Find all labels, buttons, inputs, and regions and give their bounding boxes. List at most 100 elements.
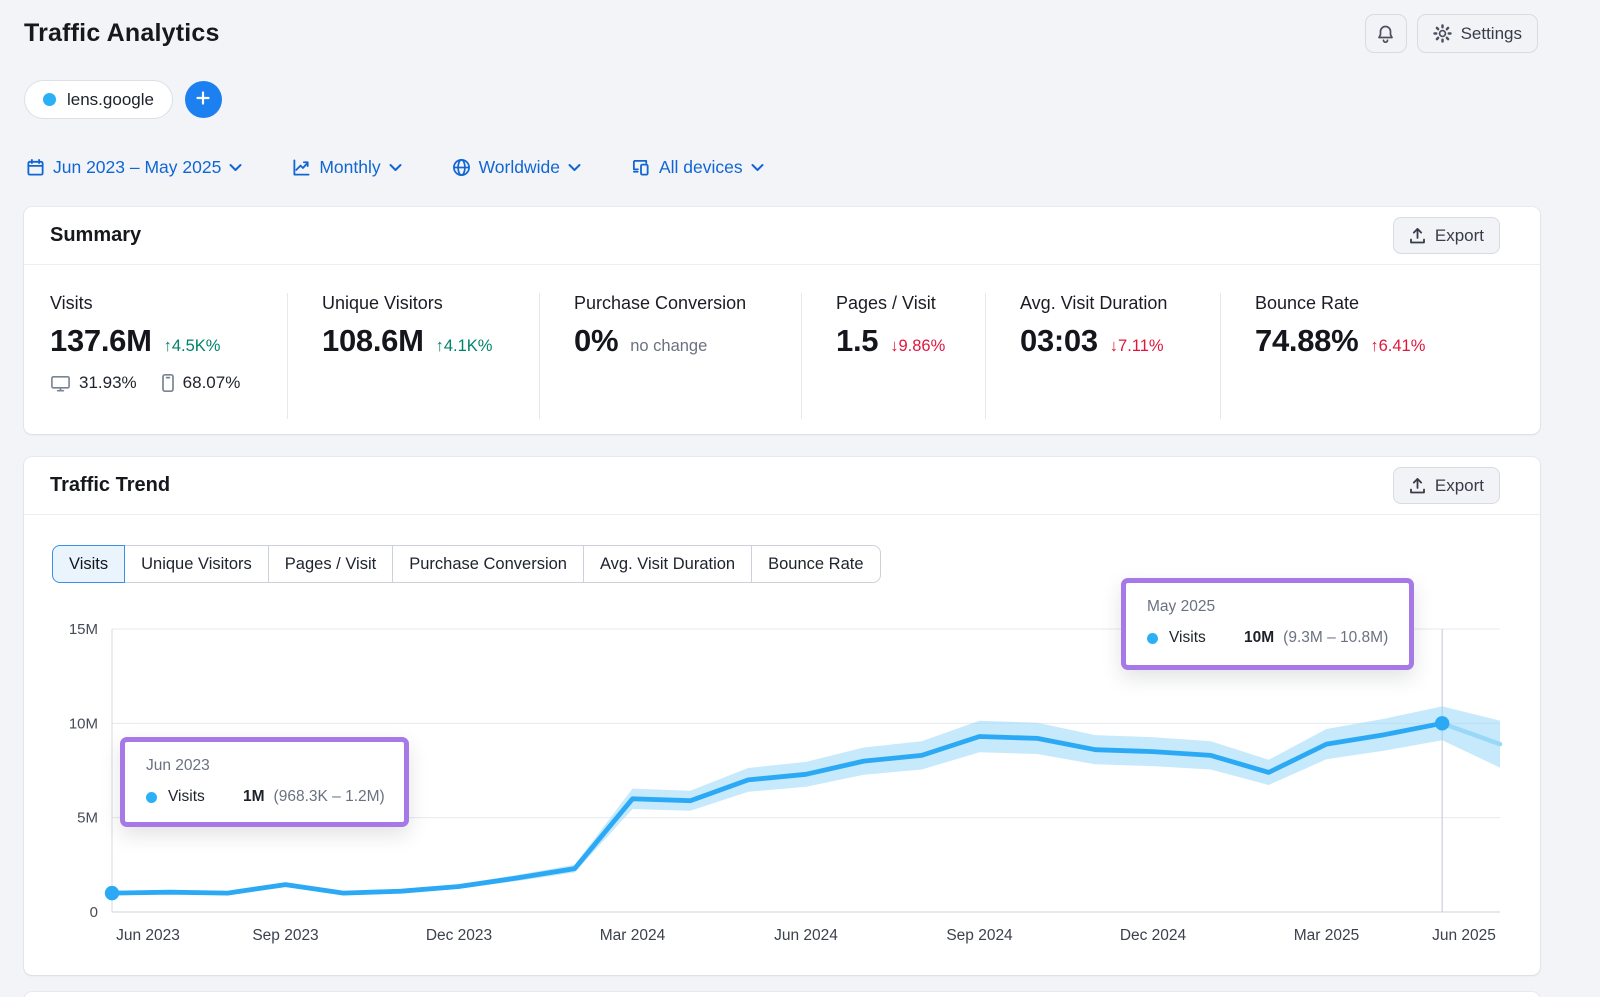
trend-export-label: Export (1435, 476, 1484, 496)
devices-filter[interactable]: All devices (631, 157, 764, 178)
desktop-icon (50, 374, 71, 393)
tooltip-range: (968.3K – 1.2M) (274, 788, 385, 806)
svg-text:Dec 2023: Dec 2023 (426, 927, 492, 944)
summary-export-label: Export (1435, 226, 1484, 246)
metric-label: Pages / Visit (836, 293, 985, 314)
tooltip-series: Visits (168, 788, 243, 806)
upload-icon (1409, 477, 1426, 495)
calendar-icon (26, 158, 45, 177)
target-row: lens.google (24, 80, 222, 119)
svg-text:Jun 2023: Jun 2023 (116, 927, 180, 944)
topbar: Traffic Analytics Settings (24, 14, 1538, 53)
chevron-down-icon (229, 163, 242, 172)
svg-text:Mar 2025: Mar 2025 (1294, 927, 1359, 944)
trend-card-header: Traffic Trend Export (24, 457, 1540, 515)
metric-purchase-conversion: Purchase Conversion 0% no change (540, 293, 802, 419)
svg-text:Dec 2024: Dec 2024 (1120, 927, 1187, 944)
svg-text:Sep 2024: Sep 2024 (946, 927, 1013, 944)
metric-change: ↓7.11% (1110, 337, 1164, 356)
svg-text:10M: 10M (69, 715, 98, 732)
devices-label: All devices (659, 157, 743, 178)
date-range-filter[interactable]: Jun 2023 – May 2025 (26, 157, 242, 178)
upload-icon (1409, 227, 1426, 245)
summary-metrics: Visits 137.6M ↑4.5K% 31.93% 68.07% (24, 293, 1540, 419)
tooltip-value: 10M (1244, 629, 1274, 647)
region-label: Worldwide (479, 157, 560, 178)
metric-bounce-rate: Bounce Rate 74.88% ↑6.41% (1221, 293, 1540, 419)
devices-icon (631, 158, 651, 177)
summary-export-button[interactable]: Export (1393, 217, 1500, 254)
next-card-sliver (24, 992, 1540, 997)
metric-value: 0% (574, 323, 618, 359)
tab-bounce-rate[interactable]: Bounce Rate (751, 545, 880, 583)
tooltip-series: Visits (1169, 629, 1244, 647)
globe-icon (452, 158, 471, 177)
svg-text:Jun 2024: Jun 2024 (774, 927, 838, 944)
series-color-dot (146, 792, 157, 803)
topbar-actions: Settings (1365, 14, 1538, 53)
metric-unique-visitors: Unique Visitors 108.6M ↑4.1K% (288, 293, 540, 419)
add-competitor-button[interactable] (185, 81, 222, 118)
metric-label: Unique Visitors (322, 293, 539, 314)
svg-text:Sep 2023: Sep 2023 (252, 927, 318, 944)
tab-purchase-conversion[interactable]: Purchase Conversion (392, 545, 584, 583)
granularity-filter[interactable]: Monthly (292, 157, 401, 178)
tab-unique-visitors[interactable]: Unique Visitors (124, 545, 269, 583)
summary-card-header: Summary Export (24, 207, 1540, 265)
metric-change: ↑4.5K% (164, 337, 221, 356)
desktop-share: 31.93% (79, 373, 137, 393)
settings-button[interactable]: Settings (1417, 14, 1538, 53)
chevron-down-icon (389, 163, 402, 172)
domain-chip-label: lens.google (67, 90, 154, 110)
metric-value: 03:03 (1020, 323, 1098, 359)
region-filter[interactable]: Worldwide (452, 157, 581, 178)
tooltip-title: Jun 2023 (146, 757, 386, 775)
tooltip-title: May 2025 (1147, 598, 1391, 616)
mobile-share: 68.07% (183, 373, 241, 393)
series-color-dot (43, 93, 56, 106)
svg-text:5M: 5M (77, 810, 98, 827)
tab-avg-visit-duration[interactable]: Avg. Visit Duration (583, 545, 752, 583)
tooltip-value: 1M (243, 788, 265, 806)
series-color-dot (1147, 633, 1158, 644)
line-chart-icon (292, 158, 311, 177)
trend-export-button[interactable]: Export (1393, 467, 1500, 504)
tab-pages-per-visit[interactable]: Pages / Visit (268, 545, 393, 583)
bell-icon (1376, 24, 1395, 44)
svg-text:Jun 2025: Jun 2025 (1432, 927, 1496, 944)
filter-bar: Jun 2023 – May 2025 Monthly Worldwide Al… (26, 157, 764, 178)
chart-tooltip-may-2025: May 2025 Visits 10M (9.3M – 10.8M) (1121, 578, 1414, 670)
metric-label: Visits (50, 293, 287, 314)
summary-title: Summary (50, 224, 141, 247)
trend-metric-tabs: Visits Unique Visitors Pages / Visit Pur… (52, 545, 881, 583)
metric-avg-visit-duration: Avg. Visit Duration 03:03 ↓7.11% (986, 293, 1221, 419)
summary-card: Summary Export Visits 137.6M ↑4.5K% 31.9… (24, 207, 1540, 434)
metric-label: Avg. Visit Duration (1020, 293, 1220, 314)
chevron-down-icon (751, 163, 764, 172)
metric-label: Bounce Rate (1255, 293, 1540, 314)
settings-label: Settings (1461, 24, 1522, 44)
domain-chip[interactable]: lens.google (24, 80, 173, 119)
tooltip-range: (9.3M – 10.8M) (1283, 629, 1388, 647)
metric-change: ↑4.1K% (436, 337, 493, 356)
notifications-button[interactable] (1365, 14, 1407, 53)
metric-value: 1.5 (836, 323, 878, 359)
metric-value: 74.88% (1255, 323, 1358, 359)
svg-text:Mar 2024: Mar 2024 (600, 927, 666, 944)
metric-change: ↓9.86% (890, 337, 945, 356)
metric-label: Purchase Conversion (574, 293, 801, 314)
svg-text:15M: 15M (69, 621, 98, 638)
tab-visits[interactable]: Visits (52, 545, 125, 583)
trend-title: Traffic Trend (50, 474, 170, 497)
device-split: 31.93% 68.07% (50, 373, 287, 393)
granularity-label: Monthly (319, 157, 380, 178)
metric-value: 137.6M (50, 323, 152, 359)
mobile-icon (161, 373, 175, 393)
gear-icon (1433, 24, 1452, 43)
date-range-label: Jun 2023 – May 2025 (53, 157, 221, 178)
svg-text:0: 0 (90, 904, 98, 921)
metric-change: ↑6.41% (1370, 337, 1425, 356)
metric-pages-per-visit: Pages / Visit 1.5 ↓9.86% (802, 293, 986, 419)
chart-tooltip-jun-2023: Jun 2023 Visits 1M (968.3K – 1.2M) (120, 737, 409, 827)
metric-change: no change (630, 337, 707, 356)
